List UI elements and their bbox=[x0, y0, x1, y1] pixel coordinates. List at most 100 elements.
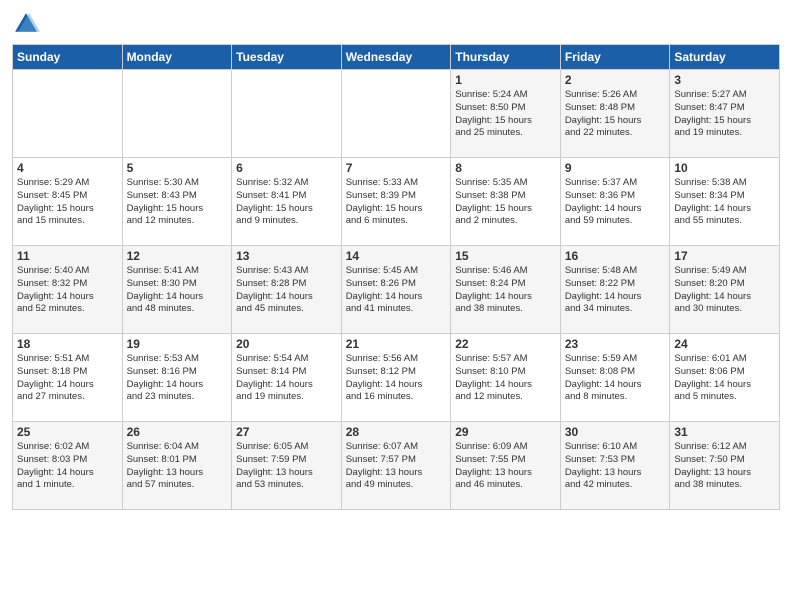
day-info: Sunrise: 5:30 AM Sunset: 8:43 PM Dayligh… bbox=[127, 177, 228, 228]
day-info: Sunrise: 5:40 AM Sunset: 8:32 PM Dayligh… bbox=[17, 265, 118, 316]
weekday-sunday: Sunday bbox=[13, 45, 123, 70]
day-number: 15 bbox=[455, 249, 556, 263]
week-row-4: 18Sunrise: 5:51 AM Sunset: 8:18 PM Dayli… bbox=[13, 334, 780, 422]
day-cell: 17 Sunrise: 5:49 AM Sunset: 8:20 PM Dayli… bbox=[670, 246, 780, 334]
day-info: Sunrise: 5:41 AM Sunset: 8:30 PM Dayligh… bbox=[127, 265, 228, 316]
day-number: 3 bbox=[674, 73, 775, 87]
day-info: Sunrise: 5:45 AM Sunset: 8:26 PM Dayligh… bbox=[346, 265, 447, 316]
day-number: 10 bbox=[674, 161, 775, 175]
weekday-wednesday: Wednesday bbox=[341, 45, 451, 70]
day-info: Sunrise: 5:49 AM Sunset: 8:20 PM Dayligh… bbox=[674, 265, 775, 316]
week-row-1: 1 Sunrise: 5:24 AM Sunset: 8:50 PM Daylig… bbox=[13, 70, 780, 158]
day-cell: 5 Sunrise: 5:30 AM Sunset: 8:43 PM Daylig… bbox=[122, 158, 232, 246]
day-info: Sunrise: 6:07 AM Sunset: 7:57 PM Dayligh… bbox=[346, 441, 447, 492]
day-cell: 4 Sunrise: 5:29 AM Sunset: 8:45 PM Daylig… bbox=[13, 158, 123, 246]
week-row-2: 4 Sunrise: 5:29 AM Sunset: 8:45 PM Daylig… bbox=[13, 158, 780, 246]
header bbox=[12, 10, 780, 38]
day-cell: 12 Sunrise: 5:41 AM Sunset: 8:30 PM Dayli… bbox=[122, 246, 232, 334]
day-cell bbox=[232, 70, 342, 158]
day-cell: 25 Sunrise: 6:02 AM Sunset: 8:03 PM Dayli… bbox=[13, 422, 123, 510]
day-info: Sunrise: 5:56 AM Sunset: 8:12 PM Dayligh… bbox=[346, 353, 447, 404]
day-number: 4 bbox=[17, 161, 118, 175]
day-cell: 23Sunrise: 5:59 AM Sunset: 8:08 PM Dayli… bbox=[560, 334, 670, 422]
day-cell: 26 Sunrise: 6:04 AM Sunset: 8:01 PM Dayli… bbox=[122, 422, 232, 510]
day-cell bbox=[13, 70, 123, 158]
day-number: 28 bbox=[346, 425, 447, 439]
day-cell: 19Sunrise: 5:53 AM Sunset: 8:16 PM Dayli… bbox=[122, 334, 232, 422]
day-number: 6 bbox=[236, 161, 337, 175]
day-cell: 20 Sunrise: 5:54 AM Sunset: 8:14 PM Dayli… bbox=[232, 334, 342, 422]
day-number: 21 bbox=[346, 337, 447, 351]
day-cell: 31 Sunrise: 6:12 AM Sunset: 7:50 PM Dayli… bbox=[670, 422, 780, 510]
day-info: Sunrise: 6:04 AM Sunset: 8:01 PM Dayligh… bbox=[127, 441, 228, 492]
day-cell bbox=[341, 70, 451, 158]
day-number: 16 bbox=[565, 249, 666, 263]
day-number: 17 bbox=[674, 249, 775, 263]
day-info: Sunrise: 5:32 AM Sunset: 8:41 PM Dayligh… bbox=[236, 177, 337, 228]
day-info: Sunrise: 5:43 AM Sunset: 8:28 PM Dayligh… bbox=[236, 265, 337, 316]
day-cell: 28 Sunrise: 6:07 AM Sunset: 7:57 PM Dayli… bbox=[341, 422, 451, 510]
day-info: Sunrise: 5:51 AM Sunset: 8:18 PM Dayligh… bbox=[17, 353, 118, 404]
day-cell: 22Sunrise: 5:57 AM Sunset: 8:10 PM Dayli… bbox=[451, 334, 561, 422]
weekday-thursday: Thursday bbox=[451, 45, 561, 70]
weekday-header-row: SundayMondayTuesdayWednesdayThursdayFrid… bbox=[13, 45, 780, 70]
day-number: 13 bbox=[236, 249, 337, 263]
day-cell: 24Sunrise: 6:01 AM Sunset: 8:06 PM Dayli… bbox=[670, 334, 780, 422]
day-info: Sunrise: 5:37 AM Sunset: 8:36 PM Dayligh… bbox=[565, 177, 666, 228]
day-info: Sunrise: 5:29 AM Sunset: 8:45 PM Dayligh… bbox=[17, 177, 118, 228]
day-info: Sunrise: 6:10 AM Sunset: 7:53 PM Dayligh… bbox=[565, 441, 666, 492]
day-number: 11 bbox=[17, 249, 118, 263]
day-number: 22 bbox=[455, 337, 556, 351]
day-cell: 18Sunrise: 5:51 AM Sunset: 8:18 PM Dayli… bbox=[13, 334, 123, 422]
day-number: 24 bbox=[674, 337, 775, 351]
day-info: Sunrise: 5:54 AM Sunset: 8:14 PM Dayligh… bbox=[236, 353, 337, 404]
day-cell: 16 Sunrise: 5:48 AM Sunset: 8:22 PM Dayli… bbox=[560, 246, 670, 334]
day-info: Sunrise: 6:02 AM Sunset: 8:03 PM Dayligh… bbox=[17, 441, 118, 492]
day-number: 1 bbox=[455, 73, 556, 87]
day-number: 2 bbox=[565, 73, 666, 87]
day-cell: 7Sunrise: 5:33 AM Sunset: 8:39 PM Daylig… bbox=[341, 158, 451, 246]
day-cell: 29 Sunrise: 6:09 AM Sunset: 7:55 PM Dayli… bbox=[451, 422, 561, 510]
week-row-5: 25 Sunrise: 6:02 AM Sunset: 8:03 PM Dayli… bbox=[13, 422, 780, 510]
day-cell: 30 Sunrise: 6:10 AM Sunset: 7:53 PM Dayli… bbox=[560, 422, 670, 510]
day-number: 23 bbox=[565, 337, 666, 351]
weekday-tuesday: Tuesday bbox=[232, 45, 342, 70]
day-info: Sunrise: 6:09 AM Sunset: 7:55 PM Dayligh… bbox=[455, 441, 556, 492]
day-info: Sunrise: 5:38 AM Sunset: 8:34 PM Dayligh… bbox=[674, 177, 775, 228]
day-number: 29 bbox=[455, 425, 556, 439]
day-cell bbox=[122, 70, 232, 158]
day-number: 12 bbox=[127, 249, 228, 263]
day-info: Sunrise: 6:05 AM Sunset: 7:59 PM Dayligh… bbox=[236, 441, 337, 492]
day-cell: 13 Sunrise: 5:43 AM Sunset: 8:28 PM Dayli… bbox=[232, 246, 342, 334]
day-number: 5 bbox=[127, 161, 228, 175]
logo bbox=[12, 10, 44, 38]
day-info: Sunrise: 5:48 AM Sunset: 8:22 PM Dayligh… bbox=[565, 265, 666, 316]
day-info: Sunrise: 5:33 AM Sunset: 8:39 PM Dayligh… bbox=[346, 177, 447, 228]
day-cell: 27 Sunrise: 6:05 AM Sunset: 7:59 PM Dayli… bbox=[232, 422, 342, 510]
logo-icon bbox=[12, 10, 40, 38]
day-cell: 21 Sunrise: 5:56 AM Sunset: 8:12 PM Dayli… bbox=[341, 334, 451, 422]
day-cell: 9 Sunrise: 5:37 AM Sunset: 8:36 PM Daylig… bbox=[560, 158, 670, 246]
weekday-friday: Friday bbox=[560, 45, 670, 70]
day-cell: 14 Sunrise: 5:45 AM Sunset: 8:26 PM Dayli… bbox=[341, 246, 451, 334]
day-info: Sunrise: 5:27 AM Sunset: 8:47 PM Dayligh… bbox=[674, 89, 775, 140]
day-cell: 15 Sunrise: 5:46 AM Sunset: 8:24 PM Dayli… bbox=[451, 246, 561, 334]
day-number: 27 bbox=[236, 425, 337, 439]
day-number: 31 bbox=[674, 425, 775, 439]
day-info: Sunrise: 5:26 AM Sunset: 8:48 PM Dayligh… bbox=[565, 89, 666, 140]
day-number: 9 bbox=[565, 161, 666, 175]
page-container: SundayMondayTuesdayWednesdayThursdayFrid… bbox=[0, 0, 792, 518]
weekday-monday: Monday bbox=[122, 45, 232, 70]
week-row-3: 11 Sunrise: 5:40 AM Sunset: 8:32 PM Dayli… bbox=[13, 246, 780, 334]
day-number: 25 bbox=[17, 425, 118, 439]
day-number: 30 bbox=[565, 425, 666, 439]
day-number: 14 bbox=[346, 249, 447, 263]
day-cell: 8Sunrise: 5:35 AM Sunset: 8:38 PM Daylig… bbox=[451, 158, 561, 246]
day-info: Sunrise: 5:24 AM Sunset: 8:50 PM Dayligh… bbox=[455, 89, 556, 140]
day-number: 8 bbox=[455, 161, 556, 175]
day-number: 19 bbox=[127, 337, 228, 351]
day-info: Sunrise: 6:12 AM Sunset: 7:50 PM Dayligh… bbox=[674, 441, 775, 492]
day-number: 20 bbox=[236, 337, 337, 351]
day-info: Sunrise: 5:46 AM Sunset: 8:24 PM Dayligh… bbox=[455, 265, 556, 316]
day-number: 26 bbox=[127, 425, 228, 439]
